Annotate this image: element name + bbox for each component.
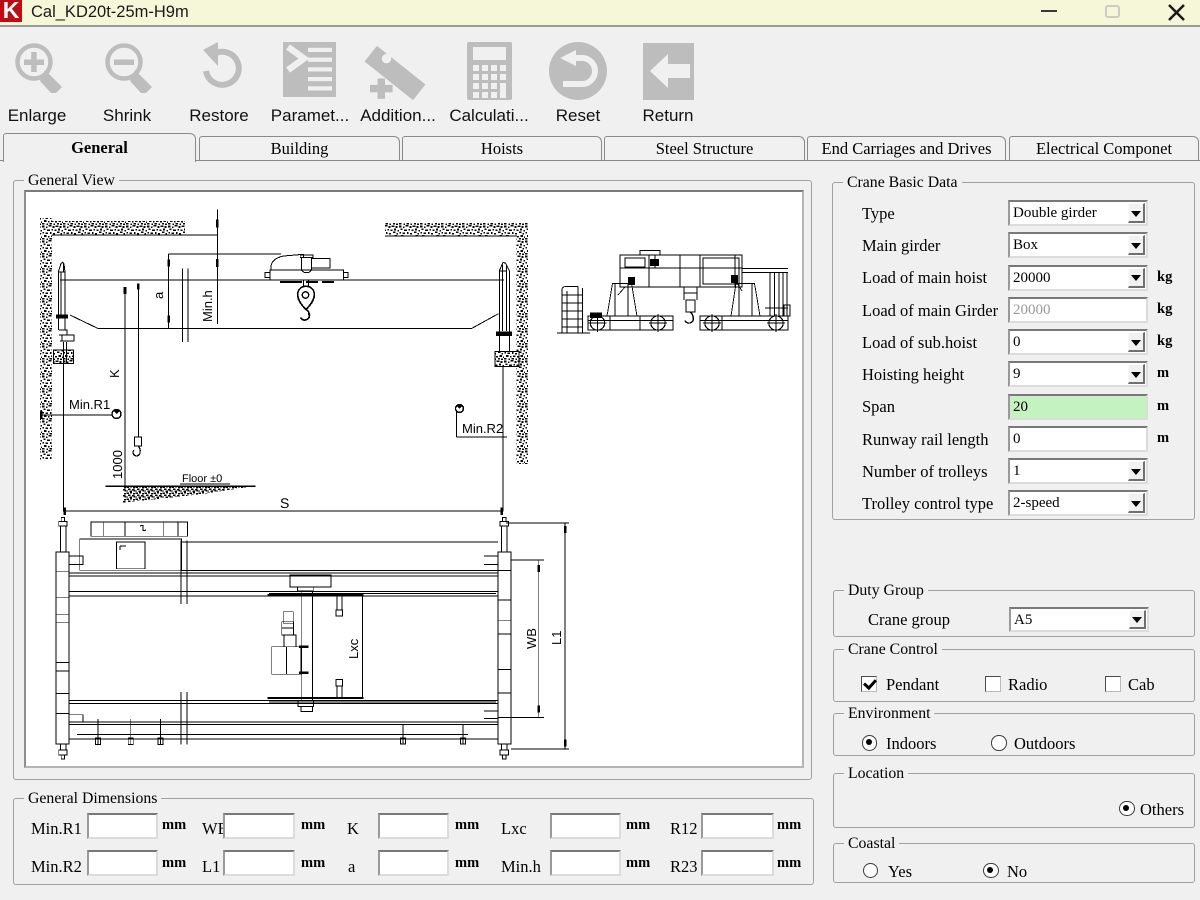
svg-text:Min.R1: Min.R1 [69,397,110,412]
svg-text:a: a [151,291,166,299]
svg-text:Min.R2: Min.R2 [462,421,503,436]
svg-text:Min.h: Min.h [200,290,215,322]
svg-text:S: S [280,495,289,511]
svg-text:Lxc: Lxc [346,638,361,659]
svg-text:1000: 1000 [110,450,125,479]
svg-text:WB: WB [524,628,539,649]
svg-text:K: K [107,369,122,378]
svg-text:L1: L1 [549,631,564,645]
svg-text:Floor ±0: Floor ±0 [182,473,222,485]
